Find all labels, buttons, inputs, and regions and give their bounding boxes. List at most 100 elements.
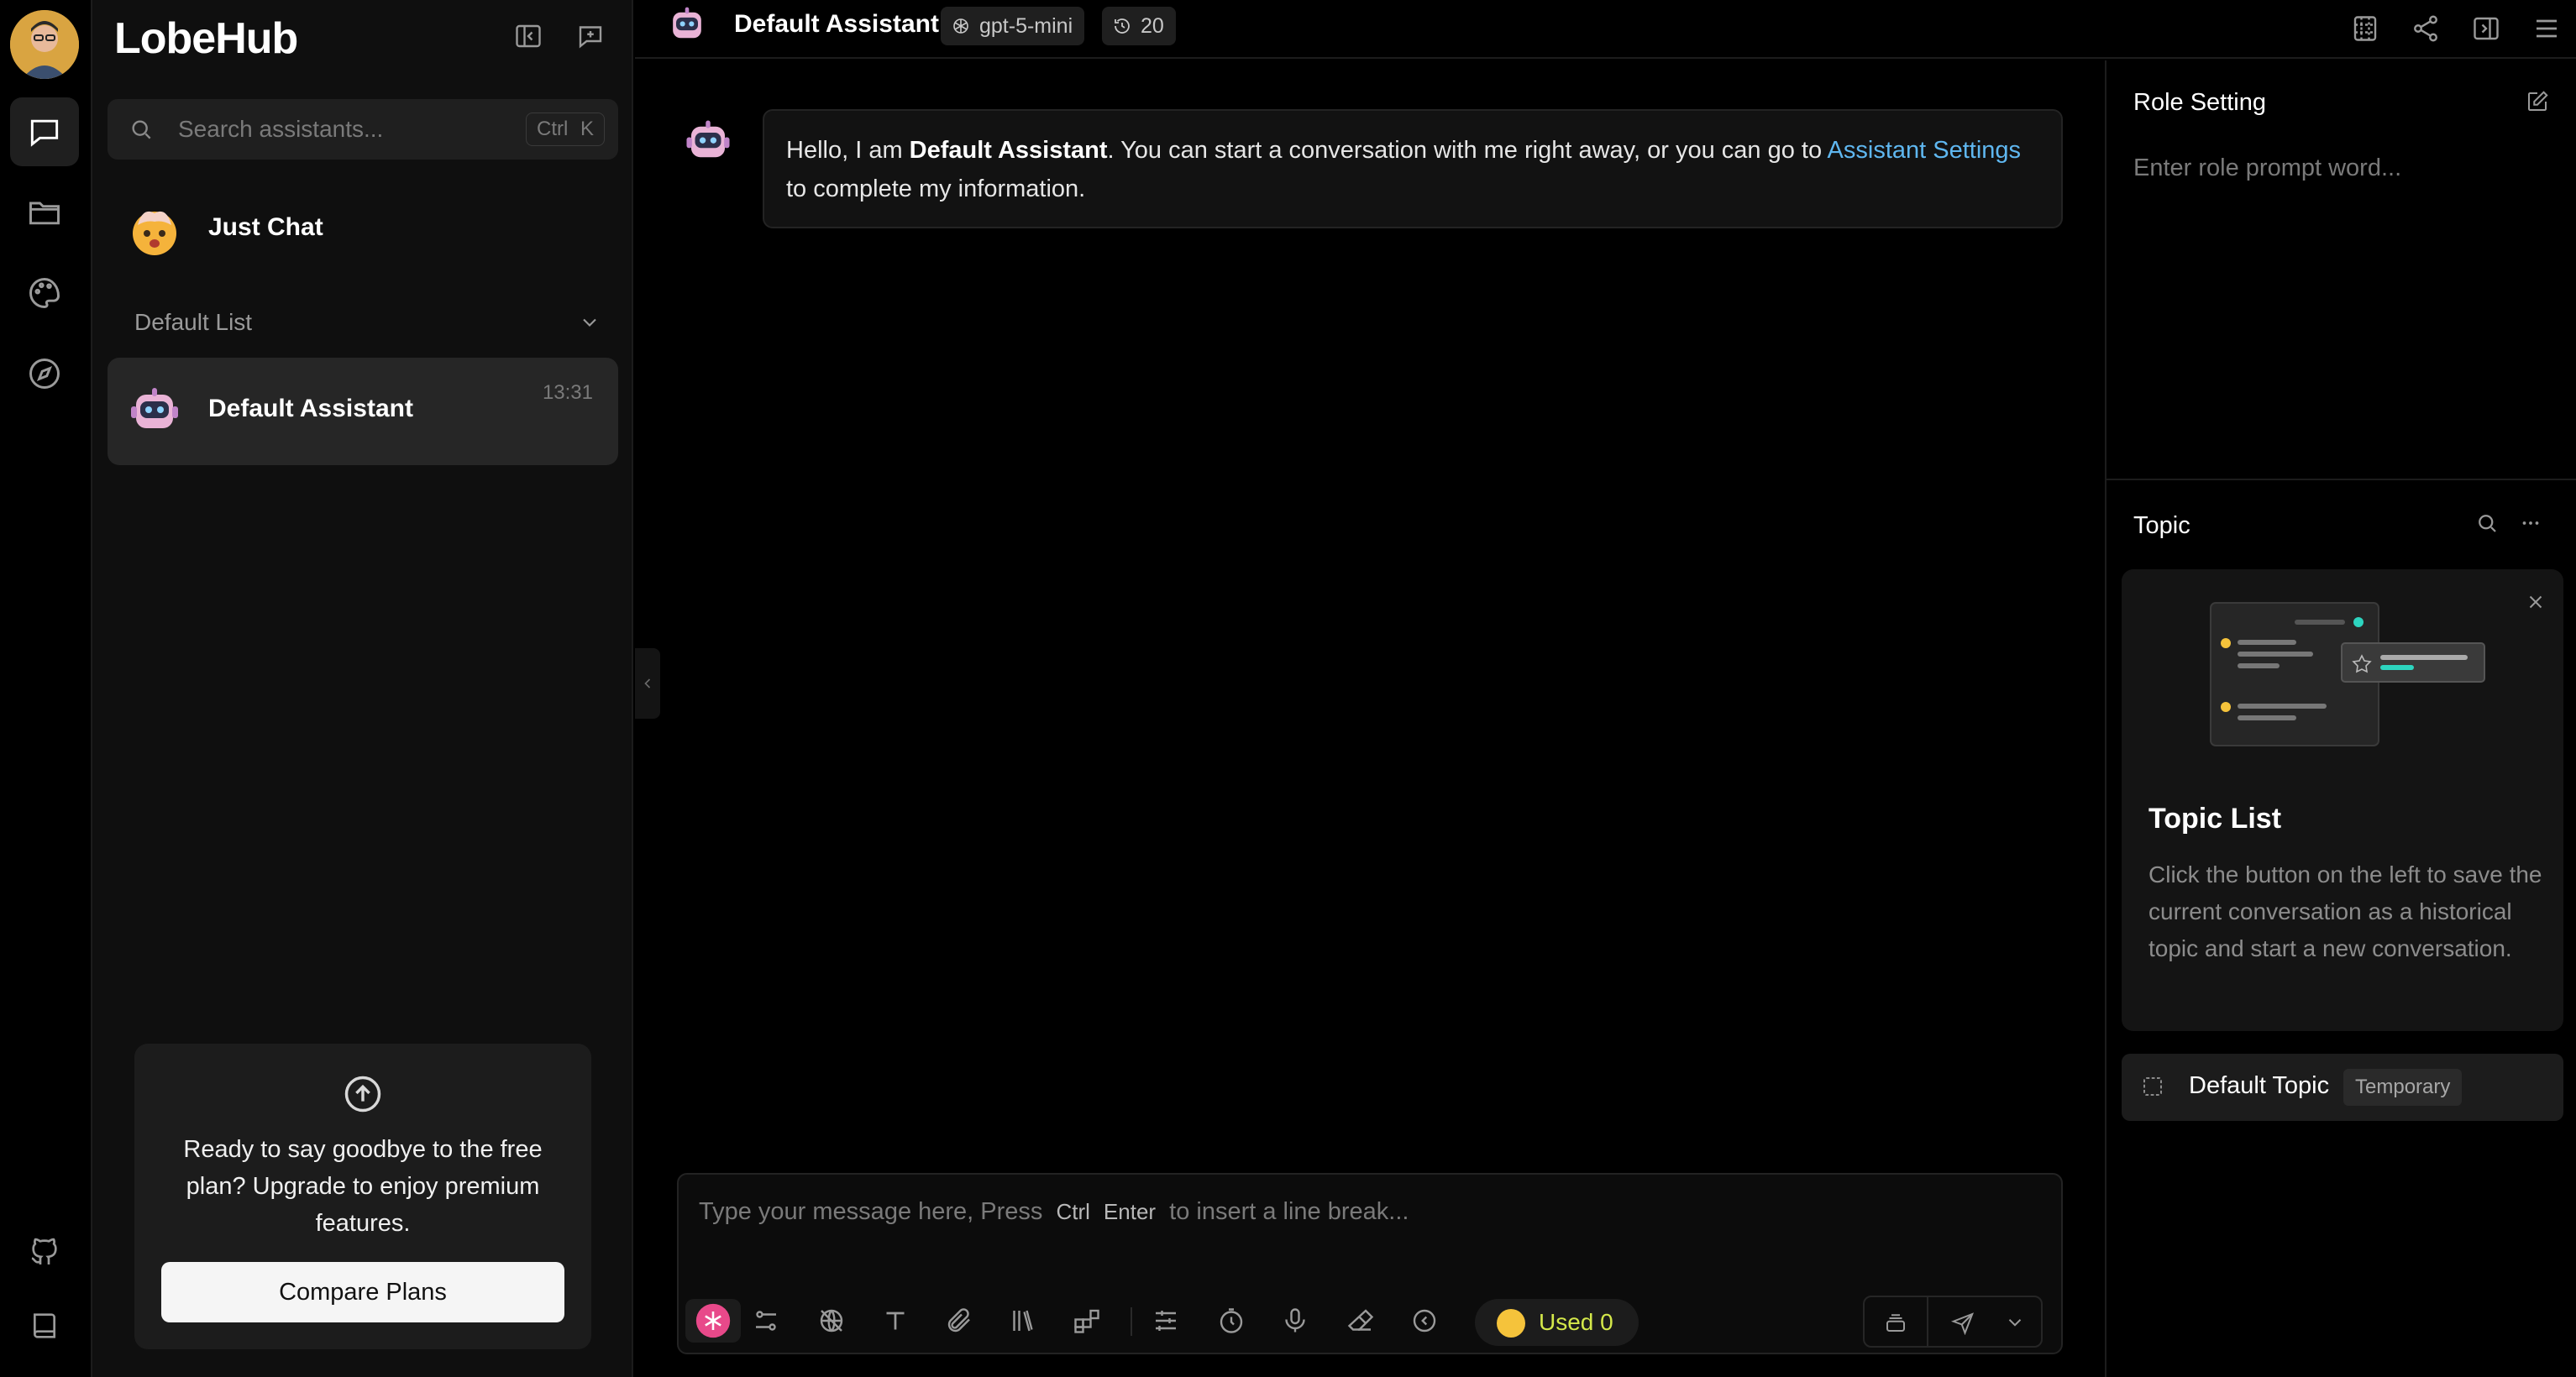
collapse-tools-button[interactable] <box>1403 1299 1446 1343</box>
clear-context-button[interactable] <box>1339 1299 1382 1343</box>
close-icon[interactable] <box>2525 591 2547 613</box>
attach-file-button[interactable] <box>937 1299 981 1343</box>
menu-icon <box>2531 13 2562 44</box>
topic-name: Default Topic <box>2189 1072 2330 1099</box>
chevron-down-icon[interactable] <box>578 311 601 334</box>
token-usage-badge[interactable]: Used 0 <box>1475 1299 1639 1346</box>
plugins-button[interactable] <box>1065 1299 1109 1343</box>
knowledge-base-button[interactable] <box>1001 1299 1045 1343</box>
search-shortcut-hint: Ctrl K <box>526 113 605 146</box>
assistant-item-default[interactable]: Default Assistant 13:31 <box>108 358 618 465</box>
voice-input-button[interactable] <box>1273 1299 1317 1343</box>
header-robot-avatar-icon[interactable] <box>665 3 709 47</box>
greeting-pre: Hello, I am <box>786 137 910 164</box>
library-icon <box>1008 1306 1038 1336</box>
github-icon <box>28 1235 61 1269</box>
layout-grid-icon <box>2350 13 2380 44</box>
panel-left-close-icon <box>513 21 543 51</box>
expand-input-button[interactable] <box>1868 1302 1923 1343</box>
new-assistant-button[interactable] <box>571 17 610 55</box>
brand-logo: LobeHub <box>114 14 298 63</box>
inbox-just-chat[interactable]: Just Chat <box>108 176 618 284</box>
compare-plans-button[interactable]: Compare Plans <box>161 1262 564 1322</box>
eraser-icon <box>1346 1306 1376 1336</box>
chevron-down-icon <box>2004 1312 2026 1333</box>
sliders-icon <box>751 1306 781 1336</box>
role-setting-title: Role Setting <box>2133 89 2266 116</box>
params-button[interactable] <box>744 1299 788 1343</box>
message-plus-icon <box>575 21 606 51</box>
topic-empty-state: Topic List Click the button on the left … <box>2122 569 2563 1031</box>
search-assistants-input[interactable]: Search assistants... Ctrl K <box>108 99 618 160</box>
message-composer[interactable]: Type your message here, Press Ctrl Enter … <box>677 1173 2063 1354</box>
rail-github-button[interactable] <box>10 1217 79 1286</box>
model-tag[interactable]: gpt-5-mini <box>941 7 1085 45</box>
rail-image-button[interactable] <box>10 259 79 327</box>
typography-button[interactable] <box>874 1299 917 1343</box>
panel-right-icon <box>2471 13 2501 44</box>
role-prompt-input[interactable]: Enter role prompt word... <box>2133 154 2401 182</box>
user-avatar[interactable] <box>10 10 79 79</box>
search-icon <box>128 116 155 143</box>
timer-icon <box>1216 1306 1246 1336</box>
topic-more-button[interactable] <box>2518 510 2543 536</box>
blocks-icon <box>1072 1306 1102 1336</box>
greeting-post: to complete my information. <box>786 175 1086 202</box>
history-count-tag[interactable]: 20 <box>1102 7 1176 45</box>
search-topic-button[interactable] <box>2474 510 2500 536</box>
topic-item-default[interactable]: Default Topic Temporary <box>2122 1054 2563 1121</box>
rail-discover-button[interactable] <box>10 339 79 408</box>
settings-sliders-button[interactable] <box>1144 1299 1188 1343</box>
microphone-icon <box>1280 1306 1310 1336</box>
upgrade-text: Ready to say goodbye to the free plan? U… <box>183 1136 543 1237</box>
message-robot-avatar-icon[interactable] <box>682 116 734 168</box>
right-panel: Role Setting Enter role prompt word... T… <box>2105 60 2576 1377</box>
temporary-badge: Temporary <box>2343 1069 2463 1106</box>
model-switch-button[interactable] <box>685 1299 741 1343</box>
settings-sliders-icon <box>1151 1306 1181 1336</box>
sidebar-toggle-handle[interactable] <box>635 648 660 719</box>
topic-list-heading: Topic List <box>2148 803 2282 835</box>
assistant-settings-link[interactable]: Assistant Settings <box>1828 137 2022 164</box>
menu-button[interactable] <box>2525 7 2568 50</box>
workspace-button[interactable] <box>2343 7 2387 50</box>
welcome-message: Hello, I am Default Assistant. You can s… <box>763 109 2063 228</box>
arrow-up-circle-icon <box>341 1072 385 1116</box>
composer-placeholder: Type your message here, Press Ctrl Enter … <box>699 1198 1409 1226</box>
robot-avatar-icon <box>126 383 183 440</box>
edit-role-button[interactable] <box>2525 89 2550 114</box>
share-button[interactable] <box>2404 7 2447 50</box>
just-chat-label: Just Chat <box>208 213 323 241</box>
type-icon <box>880 1306 910 1336</box>
panel-divider <box>2106 479 2576 480</box>
globe-off-icon <box>816 1306 847 1336</box>
chat-header: Default Assistant gpt-5-mini 20 <box>635 0 2576 59</box>
placeholder-post: to insert a line break... <box>1169 1198 1409 1225</box>
header-title: Default Assistant <box>734 10 939 38</box>
send-button[interactable] <box>1935 1302 1991 1343</box>
palette-icon <box>26 275 63 312</box>
send-icon <box>1950 1310 1975 1335</box>
collapse-sidebar-button[interactable] <box>509 17 548 55</box>
send-button-group <box>1863 1296 2043 1348</box>
paperclip-icon <box>944 1306 974 1336</box>
web-search-toggle[interactable] <box>810 1299 853 1343</box>
topic-title: Topic <box>2133 512 2190 539</box>
search-placeholder: Search assistants... <box>178 116 384 142</box>
send-options-button[interactable] <box>1992 1302 2038 1343</box>
toolbar-divider <box>1131 1307 1132 1336</box>
history-limit-button[interactable] <box>1209 1299 1253 1343</box>
topic-list-description: Click the button on the left to save the… <box>2148 861 2542 961</box>
folder-icon <box>26 194 63 231</box>
rail-files-button[interactable] <box>10 178 79 247</box>
greeting-mid: . You can start a conversation with me r… <box>1107 137 1828 164</box>
toggle-right-panel-button[interactable] <box>2464 7 2508 50</box>
rail-chat-button[interactable] <box>10 97 79 166</box>
more-horizontal-icon <box>2518 510 2543 536</box>
rail-docs-button[interactable] <box>10 1291 79 1360</box>
assistant-time: 13:31 <box>542 381 593 404</box>
compass-icon <box>26 355 63 392</box>
history-count: 20 <box>1141 14 1164 38</box>
chat-icon <box>26 113 63 150</box>
token-usage-label: Used 0 <box>1539 1309 1613 1335</box>
